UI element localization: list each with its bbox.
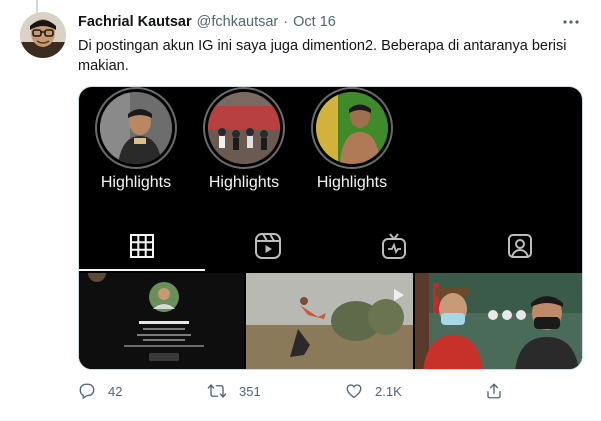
retweet-button[interactable]: 351 bbox=[207, 382, 261, 400]
reply-button[interactable]: 42 bbox=[78, 382, 122, 400]
more-options-button[interactable] bbox=[559, 12, 583, 32]
like-count: 2.1K bbox=[375, 383, 402, 399]
tweet[interactable]: Fachrial Kautsar @fchkautsar · Oct 16 Di… bbox=[0, 0, 601, 421]
avatar[interactable] bbox=[20, 12, 66, 58]
heart-icon bbox=[346, 384, 362, 399]
highlight-2[interactable]: Highlights bbox=[189, 87, 299, 192]
tab-posts[interactable] bbox=[79, 221, 205, 271]
reply-count: 42 bbox=[108, 383, 123, 399]
retweet-icon bbox=[207, 384, 227, 398]
highlight-ring bbox=[95, 87, 177, 169]
highlight-ring bbox=[203, 87, 285, 169]
igtv-icon bbox=[382, 233, 406, 259]
highlight-label: Highlights bbox=[100, 174, 172, 191]
like-button[interactable]: 2.1K bbox=[345, 382, 402, 400]
post-thumbnail-video[interactable] bbox=[246, 273, 413, 369]
highlight-label: Highlights bbox=[208, 174, 280, 191]
tweet-header: Fachrial Kautsar @fchkautsar · Oct 16 bbox=[78, 12, 336, 32]
highlight-1[interactable]: Highlights bbox=[81, 87, 191, 192]
separator-dot: · bbox=[283, 14, 289, 30]
share-icon bbox=[487, 383, 501, 399]
highlight-thumbnail-3 bbox=[316, 92, 388, 164]
tagged-icon bbox=[508, 234, 532, 258]
post-thumbnail-photo[interactable] bbox=[415, 273, 582, 369]
tab-selected-indicator bbox=[79, 269, 205, 271]
timestamp[interactable]: Oct 16 bbox=[293, 14, 336, 30]
post-thumbnail-profile-card[interactable] bbox=[79, 273, 244, 369]
tweet-actions: 42 351 2.1K bbox=[78, 382, 578, 406]
reels-icon bbox=[255, 233, 281, 259]
tab-reels[interactable] bbox=[205, 221, 331, 271]
highlight-thumbnail-1 bbox=[100, 92, 172, 164]
more-icon bbox=[563, 20, 579, 24]
highlight-label: Highlights bbox=[316, 174, 388, 191]
author-handle[interactable]: @fchkautsar bbox=[197, 14, 279, 30]
retweet-count: 351 bbox=[239, 383, 261, 399]
instagram-post-grid bbox=[79, 273, 582, 369]
tab-tagged[interactable] bbox=[457, 221, 582, 271]
tweet-media-image[interactable]: Highlights Highlights Highlights bbox=[78, 86, 583, 370]
highlight-ring bbox=[311, 87, 393, 169]
author-name[interactable]: Fachrial Kautsar bbox=[78, 14, 192, 30]
grid-icon bbox=[130, 234, 154, 258]
reply-icon bbox=[79, 383, 95, 399]
instagram-profile-tabs bbox=[79, 221, 582, 271]
tweet-text: Di postingan akun IG ini saya juga dimen… bbox=[78, 38, 567, 74]
highlight-3[interactable]: Highlights bbox=[297, 87, 407, 192]
highlight-thumbnail-2 bbox=[208, 92, 280, 164]
tab-igtv[interactable] bbox=[331, 221, 457, 271]
share-button[interactable] bbox=[485, 382, 503, 400]
